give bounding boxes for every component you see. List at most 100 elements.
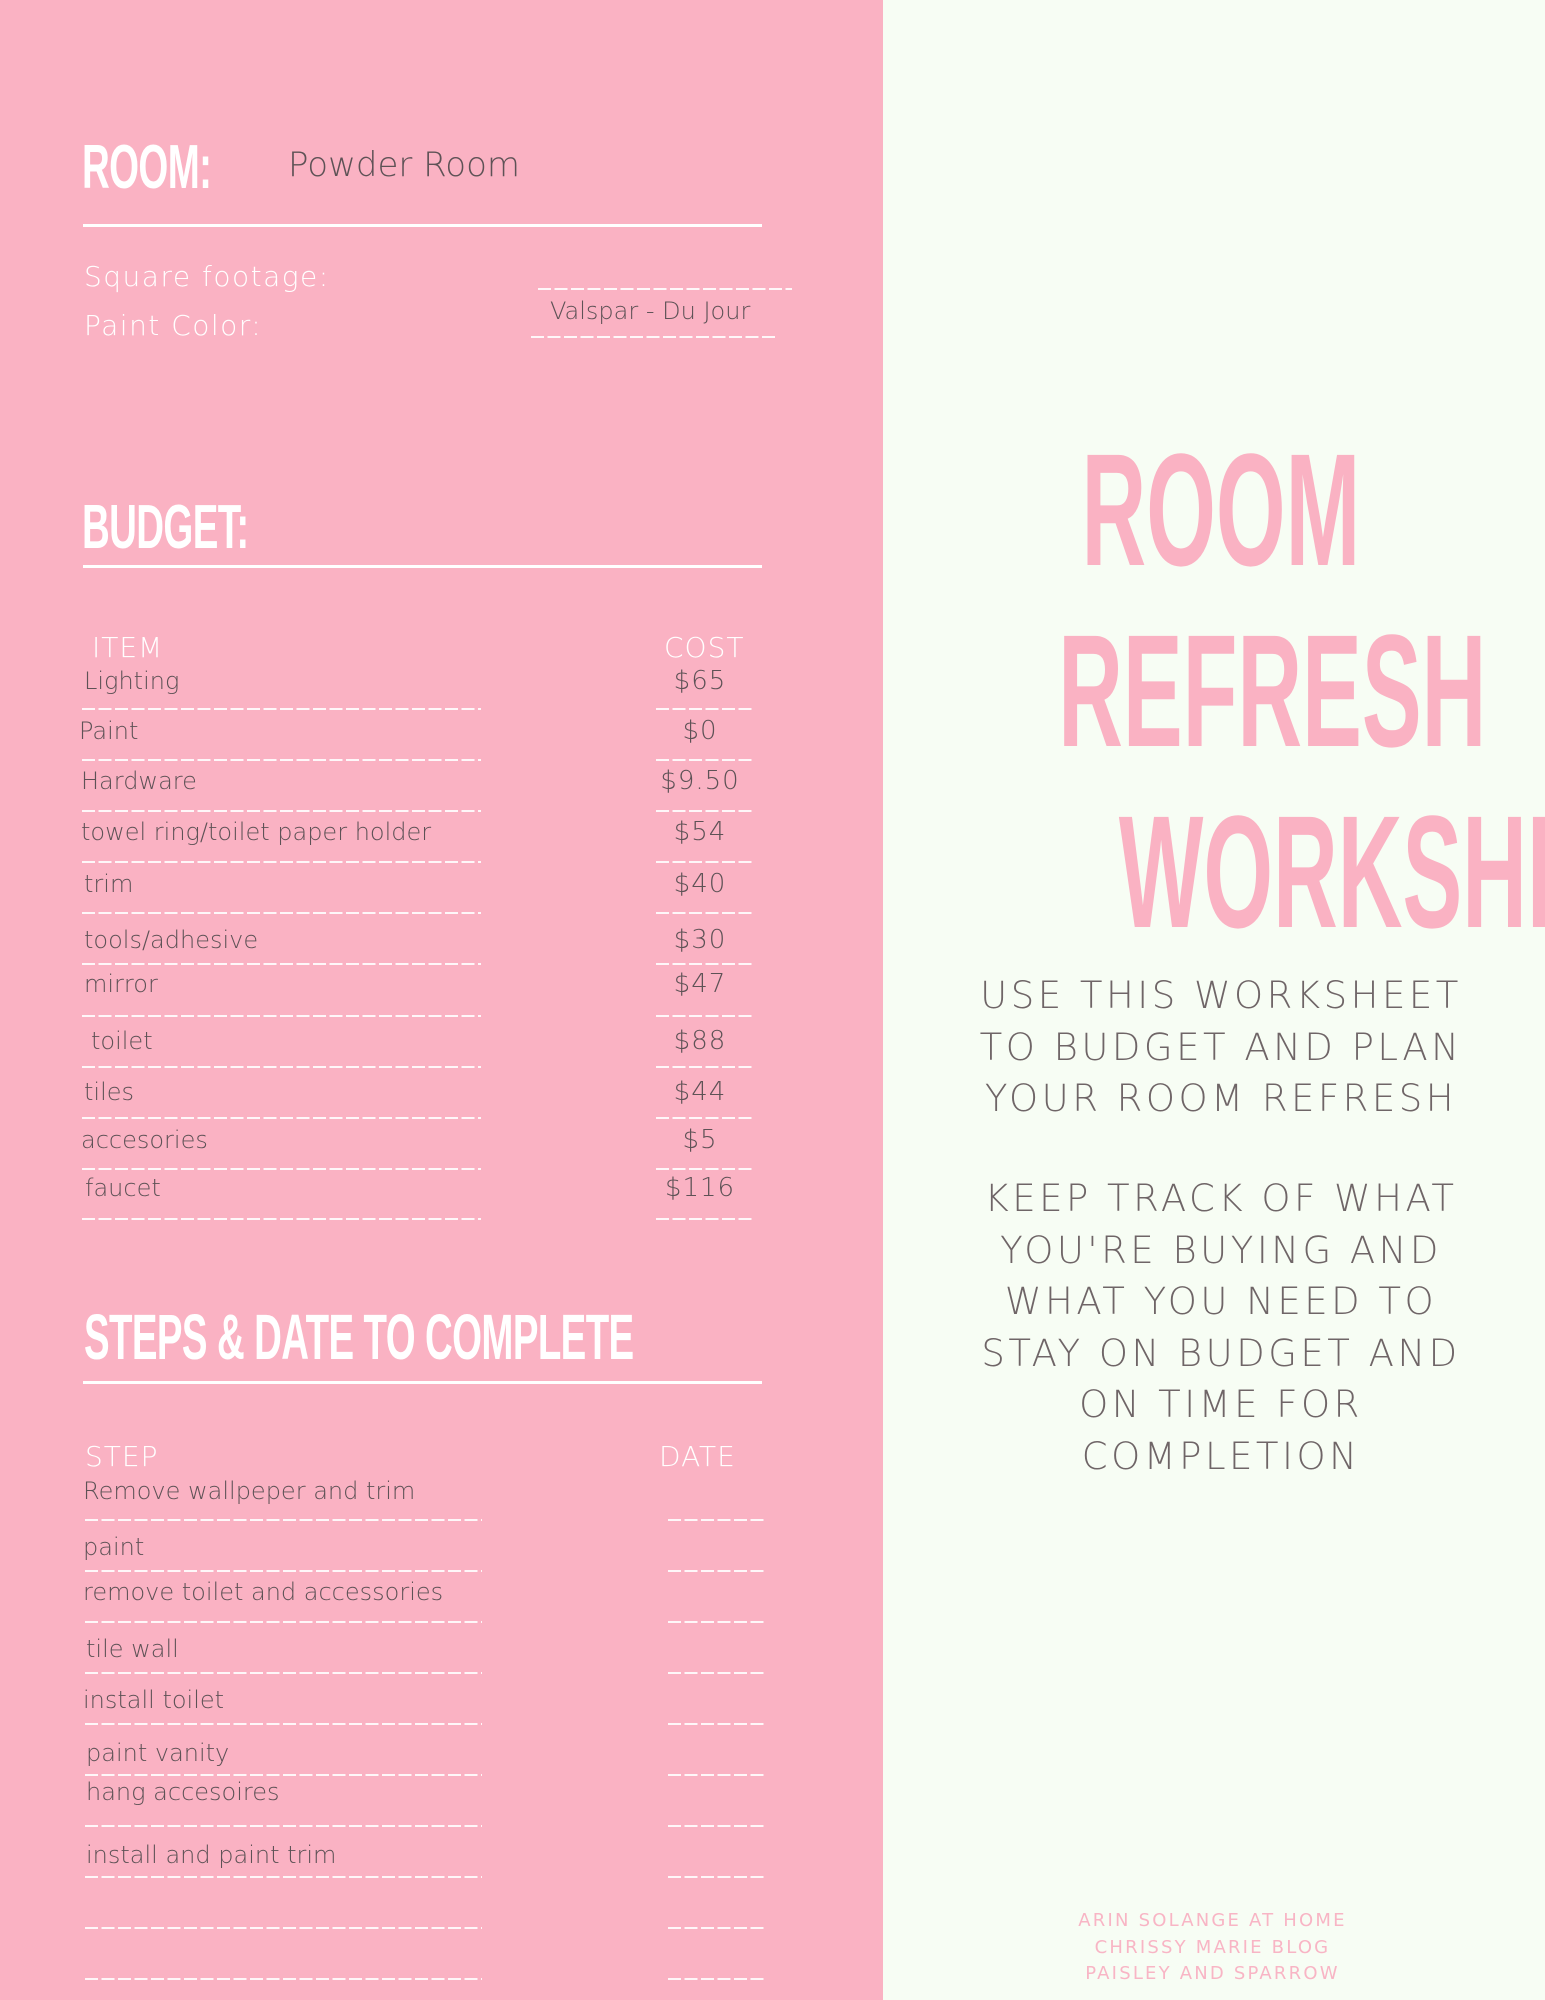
room-divider bbox=[83, 224, 762, 227]
budget-item-underline bbox=[82, 1168, 481, 1170]
date-underline bbox=[668, 1621, 766, 1623]
step-description[interactable] bbox=[83, 1951, 473, 1979]
step-underline bbox=[85, 1519, 482, 1521]
step-description[interactable] bbox=[83, 1900, 473, 1928]
date-underline bbox=[668, 1519, 766, 1521]
budget-divider bbox=[83, 565, 762, 568]
budget-item-cost[interactable]: $40 bbox=[640, 869, 760, 899]
budget-item-underline bbox=[82, 1066, 481, 1068]
step-underline bbox=[85, 1672, 482, 1674]
square-footage-underline bbox=[538, 288, 792, 290]
budget-item-cost[interactable]: $65 bbox=[640, 666, 760, 696]
instructions-line: YOU'RE BUYING AND bbox=[1000, 1228, 1442, 1272]
date-underline bbox=[668, 1825, 766, 1827]
step-underline bbox=[85, 1621, 482, 1623]
step-underline bbox=[85, 1876, 482, 1878]
step-description[interactable]: install and paint trim bbox=[86, 1841, 476, 1869]
budget-item-name[interactable]: tools/adhesive bbox=[84, 926, 258, 954]
step-description[interactable]: Remove wallpeper and trim bbox=[83, 1477, 473, 1505]
budget-item-cost[interactable]: $54 bbox=[640, 817, 760, 847]
budget-item-name[interactable]: Lighting bbox=[84, 667, 179, 695]
worksheet-title-line-3: WORKSHEET bbox=[890, 792, 1545, 952]
step-description[interactable]: tile wall bbox=[86, 1635, 476, 1663]
step-underline bbox=[85, 1723, 482, 1725]
budget-cost-underline bbox=[656, 1015, 753, 1017]
step-date[interactable] bbox=[668, 1900, 766, 1928]
title-word-worksheet: WORKSHEET bbox=[1118, 782, 1545, 961]
steps-heading: STEPS & DATE TO COMPLETE bbox=[84, 1301, 634, 1373]
budget-item-name[interactable]: Hardware bbox=[81, 767, 197, 795]
budget-item-underline bbox=[82, 963, 481, 965]
step-description[interactable]: remove toilet and accessories bbox=[83, 1578, 473, 1606]
date-underline bbox=[668, 1723, 766, 1725]
paint-color-value[interactable]: Valspar - Du Jour bbox=[550, 297, 750, 325]
room-name-value[interactable]: Powder Room bbox=[288, 145, 520, 185]
step-date[interactable] bbox=[668, 1841, 766, 1869]
worksheet-title-line-2: REFRESH bbox=[890, 611, 1545, 771]
budget-cost-underline bbox=[656, 912, 753, 914]
date-underline bbox=[668, 1876, 766, 1878]
date-underline bbox=[668, 1672, 766, 1674]
step-date[interactable] bbox=[668, 1578, 766, 1606]
budget-cost-underline bbox=[656, 1168, 753, 1170]
budget-item-cost[interactable]: $116 bbox=[640, 1173, 760, 1203]
credits: ARIN SOLANGE AT HOME CHRISSY MARIE BLOG … bbox=[876, 1908, 1545, 1988]
step-date[interactable] bbox=[668, 1778, 766, 1806]
budget-item-name[interactable]: tiles bbox=[84, 1078, 134, 1106]
budget-item-underline bbox=[82, 708, 481, 710]
budget-item-underline bbox=[82, 810, 481, 812]
budget-item-name[interactable]: mirror bbox=[84, 970, 158, 998]
instructions-paragraph-2: KEEP TRACK OF WHAT YOU'RE BUYING AND WHA… bbox=[890, 1173, 1545, 1482]
steps-date-header: DATE bbox=[659, 1440, 736, 1473]
budget-item-cost[interactable]: $88 bbox=[640, 1026, 760, 1056]
step-date[interactable] bbox=[668, 1635, 766, 1663]
instructions-line: WHAT YOU NEED TO bbox=[1004, 1280, 1438, 1323]
budget-item-name[interactable]: trim bbox=[84, 870, 133, 898]
budget-cost-underline bbox=[656, 759, 753, 761]
step-description[interactable]: paint bbox=[83, 1533, 473, 1561]
budget-item-cost[interactable]: $9.50 bbox=[640, 766, 760, 796]
step-underline bbox=[85, 1978, 482, 1980]
worksheet-title-line-1: ROOM bbox=[890, 430, 1545, 590]
square-footage-label: Square footage: bbox=[84, 260, 330, 293]
budget-item-underline bbox=[82, 912, 481, 914]
step-date[interactable] bbox=[668, 1477, 766, 1505]
step-date[interactable] bbox=[668, 1739, 766, 1767]
budget-item-cost[interactable]: $0 bbox=[640, 716, 760, 746]
budget-item-cost[interactable]: $47 bbox=[640, 969, 760, 999]
instructions-line: STAY ON BUDGET AND bbox=[981, 1331, 1461, 1375]
budget-cost-underline bbox=[656, 1218, 753, 1220]
budget-item-underline bbox=[82, 861, 481, 863]
step-description[interactable]: install toilet bbox=[83, 1686, 473, 1714]
paint-color-label: Paint Color: bbox=[84, 309, 263, 342]
step-date[interactable] bbox=[668, 1951, 766, 1979]
title-word-room: ROOM bbox=[1081, 420, 1361, 599]
budget-item-name[interactable]: towel ring/toilet paper holder bbox=[81, 818, 431, 846]
budget-cost-underline bbox=[656, 1066, 753, 1068]
budget-cost-underline bbox=[656, 861, 753, 863]
budget-item-name[interactable]: toilet bbox=[91, 1027, 153, 1055]
step-underline bbox=[85, 1774, 482, 1776]
step-description[interactable]: paint vanity bbox=[86, 1739, 476, 1767]
budget-item-name[interactable]: Paint bbox=[79, 717, 138, 745]
credit-line: PAISLEY AND SPARROW bbox=[1085, 1963, 1340, 1984]
budget-cost-underline bbox=[656, 1117, 753, 1119]
budget-item-name[interactable]: faucet bbox=[85, 1174, 161, 1202]
instructions-line: ON TIME FOR bbox=[1079, 1383, 1363, 1426]
budget-item-name[interactable]: accesories bbox=[81, 1126, 208, 1154]
instructions-line: COMPLETION bbox=[1081, 1434, 1361, 1478]
step-date[interactable] bbox=[668, 1533, 766, 1561]
budget-item-cost[interactable]: $5 bbox=[640, 1125, 760, 1155]
budget-item-cost[interactable]: $44 bbox=[640, 1077, 760, 1107]
step-date[interactable] bbox=[668, 1686, 766, 1714]
room-heading: ROOM: bbox=[82, 133, 212, 202]
budget-item-cost[interactable]: $30 bbox=[640, 925, 760, 955]
budget-item-header: ITEM bbox=[92, 631, 164, 664]
title-word-refresh: REFRESH bbox=[1058, 601, 1487, 780]
budget-item-underline bbox=[82, 759, 481, 761]
square-footage-value[interactable] bbox=[560, 262, 790, 288]
step-description[interactable]: hang accesoires bbox=[86, 1778, 476, 1806]
date-underline bbox=[668, 1927, 766, 1929]
budget-item-underline bbox=[82, 1015, 481, 1017]
steps-step-header: STEP bbox=[85, 1440, 159, 1473]
